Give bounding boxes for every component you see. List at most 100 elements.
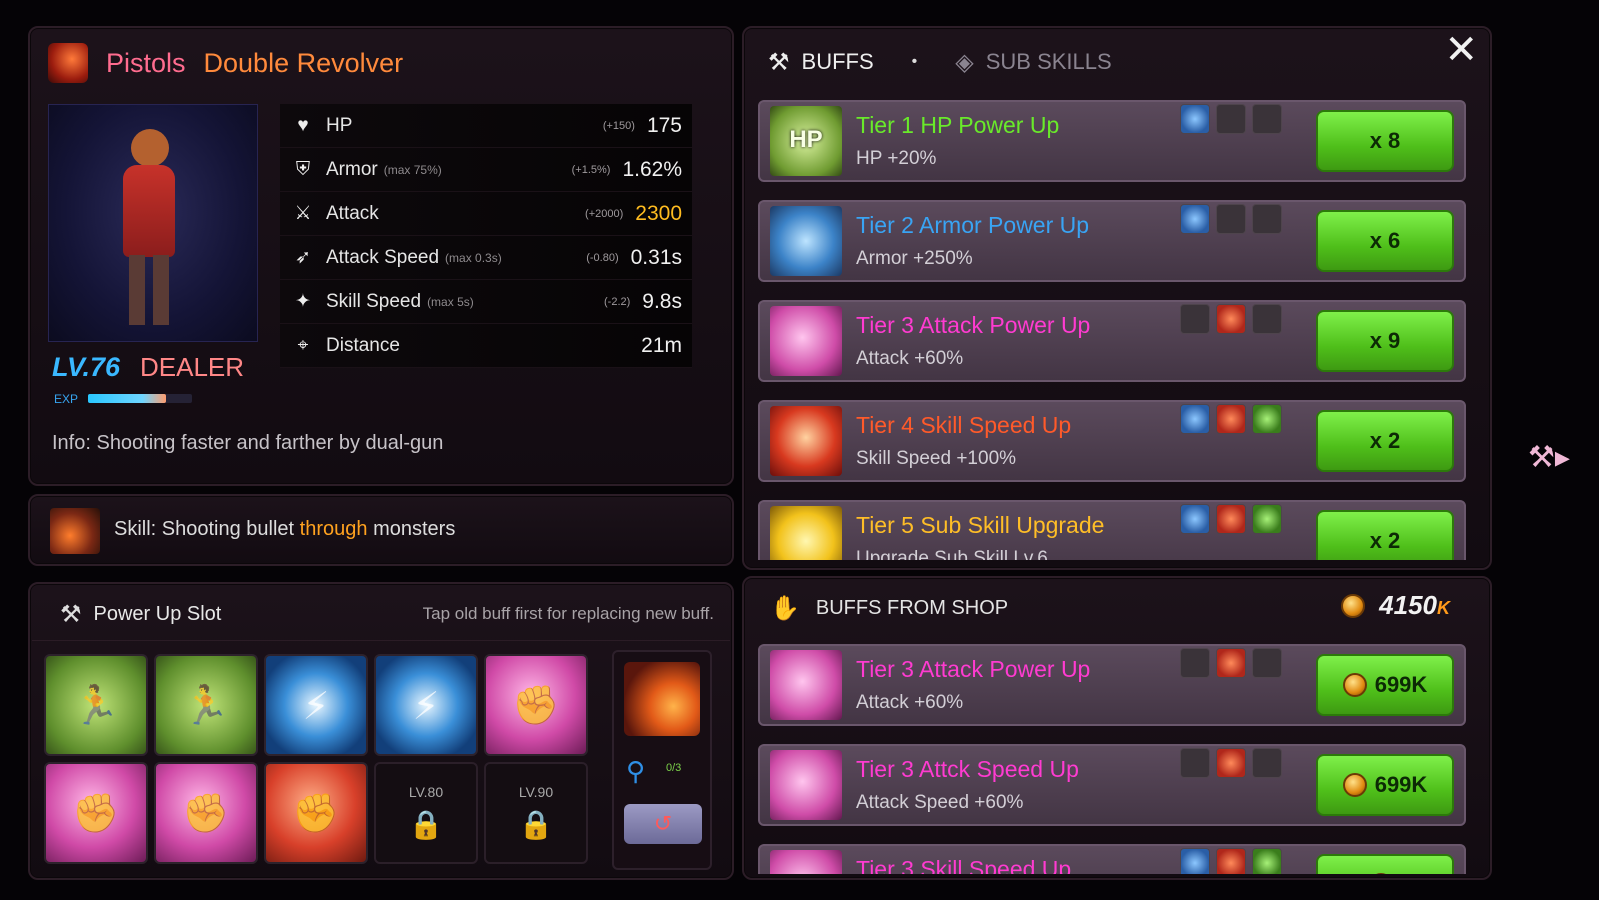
buff-icon bbox=[770, 206, 842, 276]
gem-empty-icon bbox=[1180, 748, 1210, 778]
buff-description: Armor +250% bbox=[856, 248, 973, 269]
buff-slot[interactable]: ✊ bbox=[484, 654, 588, 756]
gem-requirements bbox=[1180, 204, 1282, 234]
skill-slot-icon[interactable] bbox=[624, 662, 700, 736]
anvil-next-icon[interactable]: ⚒▸ bbox=[1528, 440, 1570, 475]
shop-item-row[interactable]: Tier 3 Skill Speed Up bbox=[758, 844, 1466, 874]
hero-portrait[interactable] bbox=[48, 104, 258, 342]
tab-buffs-label: BUFFS bbox=[801, 49, 874, 74]
hand-icon: ✋ bbox=[770, 594, 800, 622]
apply-button[interactable]: x 2 bbox=[1316, 410, 1454, 472]
skill-description: Skill: Shooting bullet through monsters bbox=[114, 518, 455, 541]
shop-header: ✋ BUFFS FROM SHOP bbox=[770, 588, 1008, 628]
buff-slot[interactable]: ⚡ bbox=[264, 654, 368, 756]
buff-description: Attack Speed +60% bbox=[856, 792, 1024, 813]
gem-requirements bbox=[1180, 748, 1282, 778]
gold-amount: 4150K bbox=[1379, 590, 1450, 621]
buff-slot[interactable]: ✊ bbox=[264, 762, 368, 864]
buy-button[interactable] bbox=[1316, 854, 1454, 874]
gold-display: 4150K bbox=[1341, 590, 1450, 621]
anvil-icon: ⚒ bbox=[768, 48, 790, 76]
hero-weapon: Double Revolver bbox=[203, 47, 404, 78]
stat-value: 1.62% bbox=[622, 157, 682, 181]
coin-icon bbox=[1369, 873, 1393, 874]
tab-sub-skills-label: SUB SKILLS bbox=[985, 49, 1112, 74]
gem-red-icon bbox=[1216, 848, 1246, 874]
stat-row: ⛨ Armor (max 75%) (+1.5%) 1.62% bbox=[280, 148, 692, 192]
buff-row[interactable]: HP Tier 1 HP Power Up HP +20% x 8 bbox=[758, 100, 1466, 182]
tab-bar: ⚒ BUFFS • ◈ SUB SKILLS bbox=[768, 38, 1112, 86]
coin-icon bbox=[1341, 593, 1366, 618]
buffs-panel: ⚒ BUFFS • ◈ SUB SKILLS ✕ HP Tier 1 HP Pow… bbox=[742, 26, 1492, 570]
price-label: 699K bbox=[1374, 772, 1428, 797]
gem-red-icon bbox=[1216, 404, 1246, 434]
buff-description: HP +20% bbox=[856, 148, 937, 169]
buff-description: Skill Speed +100% bbox=[856, 448, 1017, 469]
locked-slot[interactable]: LV.80 🔒 bbox=[374, 762, 478, 864]
count-label: x 9 bbox=[1369, 328, 1401, 353]
apply-button[interactable]: x 6 bbox=[1316, 210, 1454, 272]
stat-value: 21m bbox=[641, 333, 682, 357]
reset-button[interactable]: ↺ bbox=[624, 804, 702, 844]
count-label: x 6 bbox=[1369, 228, 1401, 253]
buff-slot[interactable]: ✊ bbox=[154, 762, 258, 864]
tab-separator: • bbox=[911, 53, 918, 70]
gem-requirements bbox=[1180, 848, 1282, 874]
gem-empty-icon bbox=[1252, 104, 1282, 134]
skill-slot-count: 0/3 bbox=[666, 762, 682, 774]
gem-icon: ◈ bbox=[955, 48, 974, 76]
fire-skill-icon bbox=[50, 508, 100, 554]
buff-row[interactable]: Tier 4 Skill Speed Up Skill Speed +100% x … bbox=[758, 400, 1466, 482]
buff-slot[interactable]: 🏃 bbox=[44, 654, 148, 756]
buff-slot[interactable]: 🏃 bbox=[154, 654, 258, 756]
buff-slot[interactable]: ✊ bbox=[44, 762, 148, 864]
shop-item-row[interactable]: Tier 3 Attck Speed Up Attack Speed +60% 69… bbox=[758, 744, 1466, 826]
gem-empty-icon bbox=[1216, 204, 1246, 234]
shop-item-row[interactable]: Tier 3 Attack Power Up Attack +60% 699K bbox=[758, 644, 1466, 726]
buy-button[interactable]: 699K bbox=[1316, 754, 1454, 816]
gem-blue-icon bbox=[1180, 104, 1210, 134]
stat-cap: (max 75%) bbox=[383, 162, 442, 177]
tab-buffs[interactable]: ⚒ BUFFS bbox=[768, 48, 874, 77]
locked-slot[interactable]: LV.90 🔒 bbox=[484, 762, 588, 864]
buff-icon-label: HP bbox=[789, 126, 823, 153]
apply-button[interactable]: x 8 bbox=[1316, 110, 1454, 172]
apply-button[interactable]: x 2 bbox=[1316, 510, 1454, 560]
buff-row[interactable]: Tier 3 Attack Power Up Attack +60% x 9 bbox=[758, 300, 1466, 382]
stat-row: ⌖ Distance 21m bbox=[280, 324, 692, 368]
stat-name: Attack Speed bbox=[326, 246, 440, 268]
slot-lock-level: LV.80 bbox=[408, 784, 444, 800]
tab-sub-skills[interactable]: ◈ SUB SKILLS bbox=[955, 48, 1111, 77]
gold-unit: K bbox=[1437, 598, 1450, 618]
apply-button[interactable]: x 9 bbox=[1316, 310, 1454, 372]
slot-lock-level: LV.90 bbox=[518, 784, 554, 800]
price-label: 699K bbox=[1374, 672, 1428, 697]
gem-empty-icon bbox=[1180, 304, 1210, 334]
stat-row: ⚔ Attack (+2000) 2300 bbox=[280, 192, 692, 236]
buy-button[interactable]: 699K bbox=[1316, 654, 1454, 716]
buff-row[interactable]: Tier 5 Sub Skill Upgrade Upgrade Sub Skil… bbox=[758, 500, 1466, 560]
exp-fill bbox=[88, 394, 166, 403]
stat-value: 2300 bbox=[635, 201, 682, 225]
gem-requirements bbox=[1180, 504, 1282, 534]
stat-cap: (max 5s) bbox=[427, 294, 474, 309]
gem-requirements bbox=[1180, 104, 1282, 134]
stat-bonus: (+2000) bbox=[585, 207, 624, 220]
shield-icon: ⛨ bbox=[295, 158, 311, 180]
buff-list[interactable]: HP Tier 1 HP Power Up HP +20% x 8 Tier 2 Arm… bbox=[758, 100, 1466, 560]
close-button[interactable]: ✕ bbox=[1444, 30, 1478, 70]
shop-title: BUFFS FROM SHOP bbox=[815, 596, 1009, 619]
gem-blue-icon bbox=[1180, 504, 1210, 534]
skill-slot[interactable]: ⚲ 0/3 ↺ bbox=[612, 650, 712, 870]
buff-slot[interactable]: ⚡ bbox=[374, 654, 478, 756]
buff-row[interactable]: Tier 2 Armor Power Up Armor +250% x 6 bbox=[758, 200, 1466, 282]
hero-figure-body bbox=[123, 165, 175, 257]
power-up-slot-panel: ⚒ Power Up Slot Tap old buff first for r… bbox=[28, 582, 734, 880]
buff-slot-icon: ✊ bbox=[292, 793, 340, 835]
skill-text-highlight: through bbox=[299, 518, 368, 540]
buff-slot-icon: ⚡ bbox=[412, 686, 440, 728]
gem-empty-icon bbox=[1216, 104, 1246, 134]
buff-icon: HP bbox=[770, 106, 842, 176]
hero-figure-legs bbox=[129, 255, 169, 325]
shop-list[interactable]: Tier 3 Attack Power Up Attack +60% 699K Tie… bbox=[758, 644, 1466, 874]
